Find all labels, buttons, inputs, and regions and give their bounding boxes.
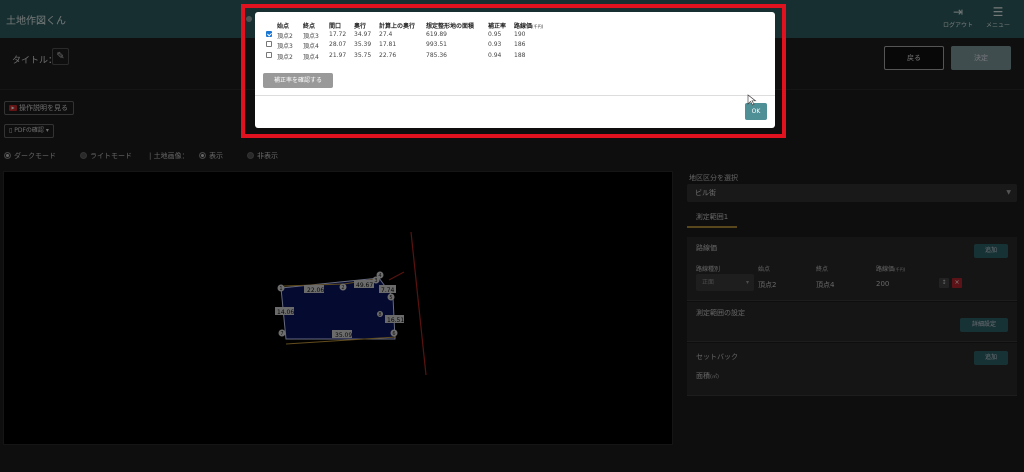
highlight-annotation [241,4,786,138]
